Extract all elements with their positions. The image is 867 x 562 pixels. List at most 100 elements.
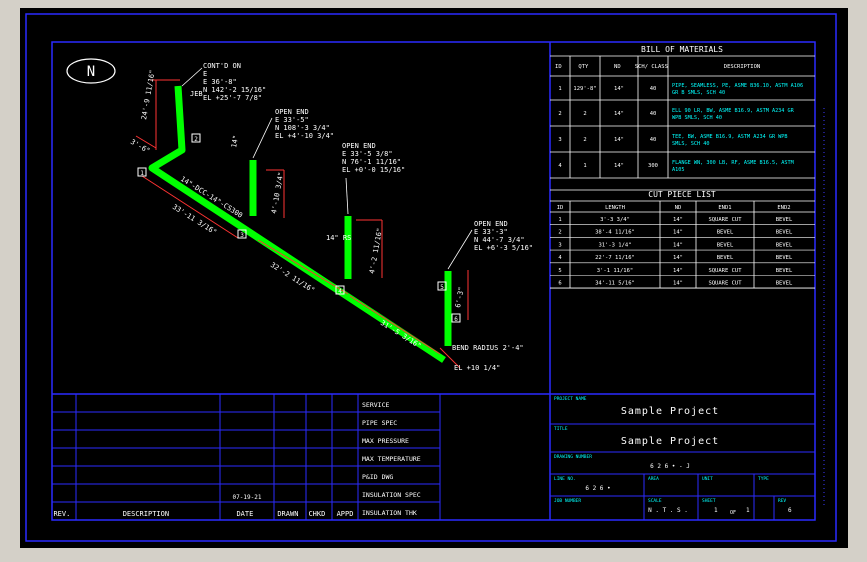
cut-cell: 6 [558,281,561,287]
scale-value: N . T . S . [648,507,688,514]
cut-cell: 34'-11 5/16" [595,281,635,287]
bom-header: ID QTY ND SCH/ CLASS DESCRIPTION [555,64,760,70]
type-label: TYPE [758,476,769,482]
mark-1: 1 [137,167,147,177]
cut-cell: BEVEL [776,242,793,248]
cut-header-cell: LENGTH [605,205,625,211]
cut-cell: 3'-3 3/4" [600,217,630,223]
cut-row: 5 3'-1 11/16" 14" SQUARE CUT BEVEL [558,268,793,274]
bom-cell-nd: 14" [614,86,624,92]
cut-cell: BEVEL [776,255,793,261]
dim-label-8: 6'-3" [454,286,466,308]
dim-label-4: 32'-2 11/16" [269,261,316,295]
dim-label-6: 4'-10 3/4" [270,171,285,214]
bom-cell-qty: 2 [583,137,586,143]
dim-label-5: 31'-5 3/16" [379,319,423,350]
cut-row: 4 22'-7 11/16" 14" BEVEL BEVEL [558,255,793,261]
rev-label: REV [778,498,786,504]
spec-label: P&ID DWG [362,473,393,481]
sheet-value: 1 [714,507,718,514]
bom-cell-id: 3 [558,137,561,143]
svg-text:4: 4 [338,288,342,295]
project-name-label: PROJECT NAME [554,396,587,402]
isometric-drawing: N 24'-9 11/16" 3'-6" 33'-11 3/16" 32'-2 … [25,13,837,542]
cut-cell: SQUARE CUT [708,268,742,274]
bom-row: 2 2 14" 40 ELL 90 LR, BW, ASME B16.9, ASTM A… [558,108,794,121]
svg-text:3: 3 [240,232,244,239]
dimension-labels: 24'-9 11/16" 3'-6" 33'-11 3/16" 32'-2 11… [129,69,524,372]
cut-header-cell: END1 [718,205,731,211]
callout-1-text: CONT'D ON E E 36'-8" N 142'-2 15/16" EL … [203,62,270,102]
area-label: AREA [648,476,659,482]
bom-cell-desc: A105 [672,167,685,173]
cut-piece-list: CUT PIECE LIST ID LENGTH ND END1 END2 1 3'-3 3… [550,189,815,289]
cut-cell: BEVEL [717,255,734,261]
drawing-number-label: DRAWING NUMBER [554,454,592,460]
rev-value: 6 [788,507,792,514]
cut-cell: BEVEL [776,217,793,223]
bom-cell-desc: ELL 90 LR, BW, ASME B16.9, ASTM A234 GR [672,108,795,114]
bom-cell-nd: 14" [614,111,624,117]
cut-cell: 4 [558,255,562,261]
cut-cell: 14" [673,281,683,287]
callout-2-text: OPEN END E 33'-5" N 108'-3 3/4" EL +4'-1… [275,108,334,140]
cut-cell: 31'-3 1/4" [598,242,631,248]
bom-cell-desc: TEE, BW, ASME B16.9, ASTM A234 GR WPB [672,134,788,140]
cut-cell: 14" [673,242,683,248]
cut-cell: BEVEL [776,268,793,274]
svg-text:2: 2 [194,136,198,143]
bom-cell-nd: 14" [614,163,624,169]
revision-header: REV. DESCRIPTION DATE DRAWN CHKD APPD [53,510,353,518]
cut-cell: 2 [558,230,561,236]
svg-text:5: 5 [440,284,444,291]
cut-cell: SQUARE CUT [708,281,742,287]
bom-cell-qty: 129'-8" [573,86,596,92]
spec-label: INSULATION THK [362,509,417,517]
cut-cell: 5 [558,268,561,274]
callout-3: OPEN END E 33'-5 3/8" N 76'-1 11/16" EL … [342,142,405,215]
cut-cell: 1 [558,217,561,223]
bom-cell-sch: 40 [650,111,657,117]
callout-3-text: OPEN END E 33'-5 3/8" N 76'-1 11/16" EL … [342,142,405,174]
title-block: PROJECT NAME Sample Project TITLE Sample… [550,396,815,520]
drawing-title: Sample Project [621,436,719,447]
size-label-2: 14" RS [326,234,351,242]
cut-row: 6 34'-11 5/16" 14" SQUARE CUT BEVEL [558,281,793,287]
revision-block: REV. DESCRIPTION DATE DRAWN CHKD APPD 07… [52,394,441,520]
cut-cell: 3 [558,242,561,248]
bom-title: BILL OF MATERIALS [641,45,723,54]
spec-label: MAX PRESSURE [362,437,409,445]
bom-cell-desc: PIPE, SEAMLESS, PE, ASME B36.10, ASTM A1… [672,83,803,89]
cut-cell: 14" [673,230,683,236]
sheet-total: 1 [746,507,750,514]
mark-2: 2 [191,133,201,143]
spec-label: SERVICE [362,401,389,409]
cut-title: CUT PIECE LIST [648,190,716,199]
bill-of-materials: BILL OF MATERIALS ID QTY ND SCH/ CLASS D… [550,45,815,179]
scale-label: SCALE [648,498,662,504]
cut-cell: 22'-7 11/16" [595,255,635,261]
mark-6: 6 [451,313,461,323]
cut-cell: 3'-1 11/16" [597,268,633,274]
size-label-1: 14" [230,134,240,148]
bom-cell-sch: 300 [648,163,658,169]
bom-cell-id: 4 [558,163,562,169]
svg-text:1: 1 [140,170,144,177]
sheet-label: SHEET [702,498,716,504]
bom-cell-qty: 1 [583,163,586,169]
callout-4: OPEN END E 33'-3" N 44'-7 3/4" EL +6'-3 … [447,220,533,270]
bom-cell-sch: 40 [650,86,657,92]
title-label: TITLE [554,426,568,432]
line-no-label: LINE NO. [554,476,576,482]
bom-cell-desc: WPB SMLS, SCH 40 [672,115,722,121]
dim-label-2: 3'-6" [129,138,151,155]
cut-cell: 38'-4 11/16" [595,230,635,236]
callout-4-text: OPEN END E 33'-3" N 44'-7 3/4" EL +6'-3 … [474,220,533,252]
bom-cell-id: 2 [558,111,561,117]
jeb-label: JEB [190,90,203,98]
line-no: 6 2 6 • [585,485,610,492]
elevation-label: EL +10 1/4" [454,364,500,372]
callout-2: OPEN END E 33'-5" N 108'-3 3/4" EL +4'-1… [252,108,334,159]
cut-cell: BEVEL [776,281,793,287]
spec-label: INSULATION SPEC [362,491,421,499]
